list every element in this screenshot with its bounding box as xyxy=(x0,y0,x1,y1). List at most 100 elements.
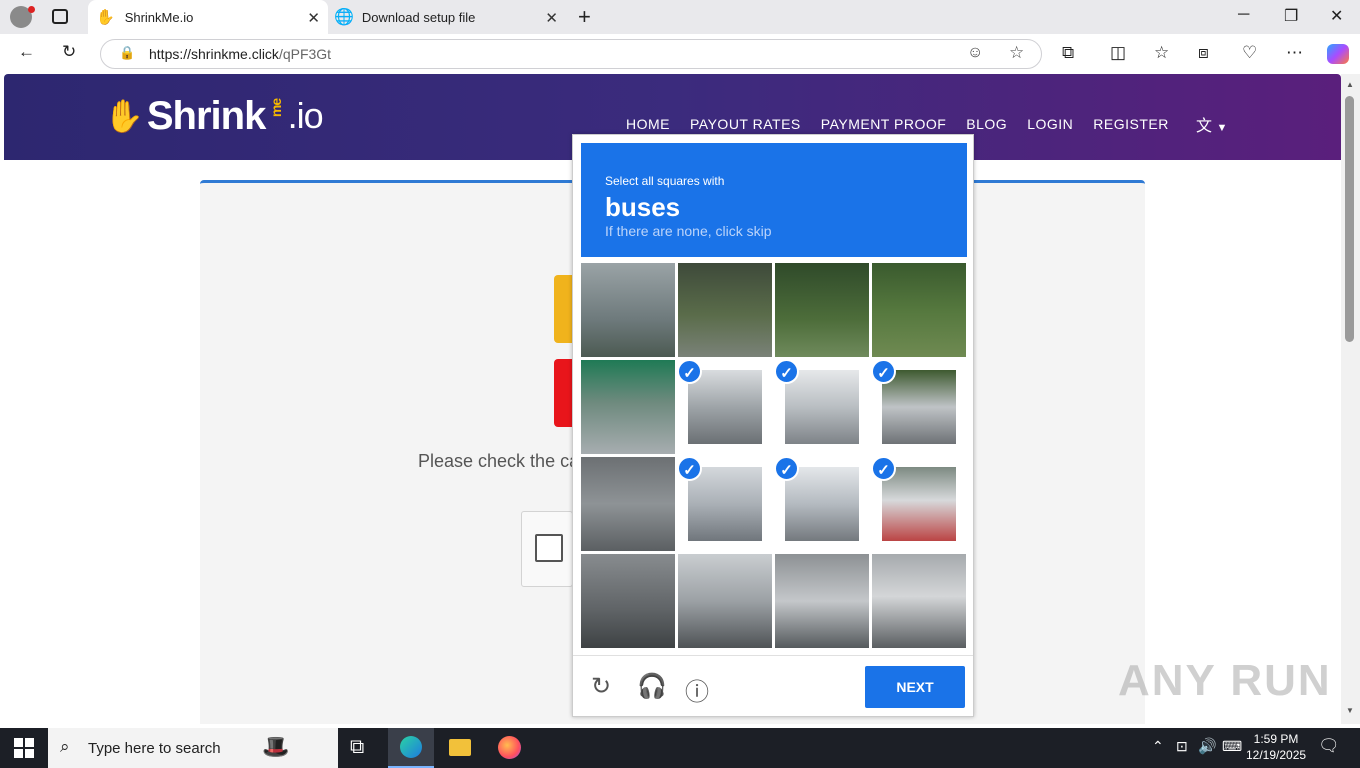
language-dropdown[interactable]: 文 ▼ xyxy=(1196,112,1227,136)
close-tab-icon[interactable]: ✕ xyxy=(545,9,558,27)
tab-bar: ✋ ShrinkMe.io ✕ 🌐 Download setup file ✕ … xyxy=(0,0,1360,34)
watermark: ANY RUN xyxy=(1118,656,1332,705)
split-screen-icon[interactable]: ◫ xyxy=(1110,43,1126,63)
captcha-tile[interactable]: ✓ xyxy=(678,457,772,551)
search-placeholder: Type here to search xyxy=(88,739,221,757)
favorites-icon[interactable]: ☆ xyxy=(1154,43,1169,63)
restore-icon[interactable]: ❐ xyxy=(1284,6,1298,26)
scroll-thumb[interactable] xyxy=(1345,96,1354,342)
nav-blog[interactable]: BLOG xyxy=(966,116,1007,132)
tile-image xyxy=(581,554,675,648)
read-aloud-icon[interactable]: ☺ xyxy=(967,44,983,62)
minimize-icon[interactable]: ─ xyxy=(1238,6,1249,24)
captcha-tile[interactable]: ✓ xyxy=(872,360,966,454)
audio-headphones-icon[interactable]: 🎧 xyxy=(637,672,667,701)
scroll-up-icon[interactable]: ▲ xyxy=(1346,80,1354,89)
url-field[interactable]: 🔒 https://shrinkme.click/qPF3Gt ☺ ☆ xyxy=(100,39,1042,69)
tab-shrinkme[interactable]: ✋ ShrinkMe.io ✕ xyxy=(88,0,328,34)
captcha-tile[interactable]: ✓ xyxy=(872,457,966,551)
tab-title: ShrinkMe.io xyxy=(124,9,194,25)
notifications-icon[interactable]: 🗨 xyxy=(1318,736,1340,756)
network-icon[interactable]: ⊡ xyxy=(1176,738,1188,755)
captcha-footer: ↻ 🎧 ⓘ NEXT xyxy=(573,655,973,717)
translate-icon: 文 xyxy=(1196,118,1213,135)
tile-image xyxy=(688,370,762,444)
tile-image xyxy=(678,263,772,357)
browser-essentials-icon[interactable]: ♡ xyxy=(1242,43,1257,63)
search-highlight-icon: 🎩 xyxy=(262,734,290,759)
captcha-tile[interactable] xyxy=(581,554,675,648)
captcha-tile[interactable] xyxy=(775,263,869,357)
firefox-icon[interactable] xyxy=(498,736,521,759)
close-window-icon[interactable]: ✕ xyxy=(1330,6,1343,26)
captcha-header: Select all squares with buses If there a… xyxy=(581,143,967,257)
file-explorer-icon[interactable] xyxy=(449,739,471,756)
info-icon[interactable]: ⓘ xyxy=(685,672,709,707)
hand-icon: ✋ xyxy=(104,98,144,134)
captcha-tile[interactable] xyxy=(872,263,966,357)
captcha-grid: ✓ ✓ ✓ ✓ ✓ ✓ xyxy=(581,263,967,649)
windows-start-icon[interactable] xyxy=(14,738,34,758)
recaptcha-widget xyxy=(521,511,573,587)
captcha-tile[interactable] xyxy=(775,554,869,648)
recaptcha-checkbox[interactable] xyxy=(535,534,563,562)
favorite-star-icon[interactable]: ☆ xyxy=(1009,43,1024,63)
nav-home[interactable]: HOME xyxy=(626,116,670,132)
main-nav: HOME PAYOUT RATES PAYMENT PROOF BLOG LOG… xyxy=(626,116,1169,132)
logo-text: Shrink xyxy=(146,93,266,138)
close-tab-icon[interactable]: ✕ xyxy=(307,9,320,27)
captcha-tile[interactable]: ✓ xyxy=(678,360,772,454)
nav-login[interactable]: LOGIN xyxy=(1027,116,1073,132)
captcha-tile[interactable] xyxy=(581,360,675,454)
back-icon[interactable]: ← xyxy=(18,42,35,62)
tab-actions-icon[interactable] xyxy=(52,9,68,24)
taskbar-search[interactable]: ⌕ Type here to search 🎩 xyxy=(48,728,338,768)
lock-icon[interactable]: 🔒 xyxy=(119,45,135,61)
captcha-tile[interactable]: ✓ xyxy=(775,457,869,551)
captcha-tile[interactable] xyxy=(678,554,772,648)
more-options-icon[interactable]: ⋯ xyxy=(1286,43,1303,63)
keyboard-icon[interactable]: ⌨ xyxy=(1222,738,1242,755)
shrinkme-logo[interactable]: ✋ Shrink me .io xyxy=(104,88,324,144)
tile-image xyxy=(882,467,956,541)
copilot-icon[interactable] xyxy=(1327,44,1349,64)
clock[interactable]: 1:59 PM 12/19/2025 xyxy=(1246,731,1306,763)
nav-register[interactable]: REGISTER xyxy=(1093,116,1169,132)
captcha-tile[interactable] xyxy=(872,554,966,648)
caret-down-icon: ▼ xyxy=(1216,122,1228,134)
tile-image xyxy=(785,370,859,444)
refresh-icon[interactable]: ↻ xyxy=(62,42,76,62)
collections-icon[interactable]: ⧈ xyxy=(1198,43,1209,63)
url-path: /qPF3Gt xyxy=(278,46,332,62)
address-bar-row: ← ↻ 🔒 https://shrinkme.click/qPF3Gt ☺ ☆ … xyxy=(0,34,1360,74)
edge-taskbar-icon[interactable] xyxy=(388,728,434,768)
captcha-instruction: Select all squares with xyxy=(605,174,725,188)
show-hidden-icons-icon[interactable]: ⌃ xyxy=(1152,738,1164,755)
scroll-down-icon[interactable]: ▼ xyxy=(1346,706,1354,715)
reload-icon[interactable]: ↻ xyxy=(591,672,611,701)
shrinkme-favicon: ✋ xyxy=(96,9,115,26)
volume-icon[interactable]: 🔊 xyxy=(1198,737,1217,755)
clock-time: 1:59 PM xyxy=(1253,732,1299,746)
next-button[interactable]: NEXT xyxy=(865,666,965,708)
extensions-icon[interactable]: ⧉ xyxy=(1062,43,1074,63)
captcha-tile[interactable] xyxy=(581,263,675,357)
task-view-icon[interactable]: ⧉ xyxy=(350,736,364,759)
captcha-tile[interactable] xyxy=(678,263,772,357)
please-check-text: Please check the ca xyxy=(418,451,580,471)
logo-me: me xyxy=(268,98,285,118)
nav-payment-proof[interactable]: PAYMENT PROOF xyxy=(821,116,947,132)
captcha-tile[interactable]: ✓ xyxy=(775,360,869,454)
captcha-challenge: Select all squares with buses If there a… xyxy=(572,134,974,717)
tab-download[interactable]: 🌐 Download setup file ✕ xyxy=(328,0,566,34)
page-scrollbar[interactable]: ▲ ▼ xyxy=(1341,74,1360,724)
tile-image xyxy=(775,263,869,357)
logo-io: .io xyxy=(287,95,324,136)
tile-image xyxy=(581,457,675,551)
nav-payout-rates[interactable]: PAYOUT RATES xyxy=(690,116,801,132)
new-tab-button[interactable]: + xyxy=(578,4,591,30)
tile-image xyxy=(785,467,859,541)
url-host: https://shrinkme.click xyxy=(149,46,279,62)
tile-image xyxy=(581,360,675,454)
captcha-tile[interactable] xyxy=(581,457,675,551)
